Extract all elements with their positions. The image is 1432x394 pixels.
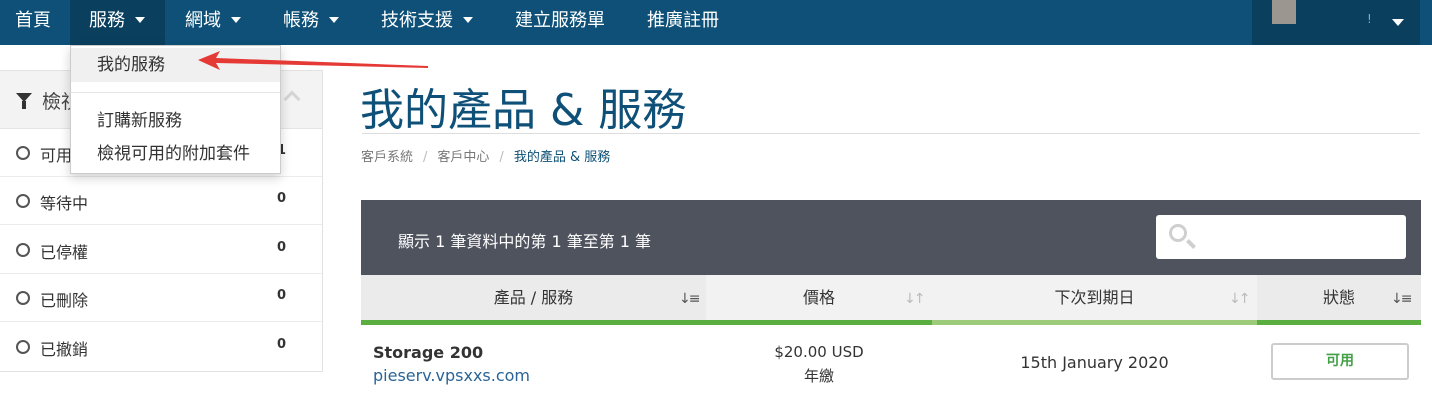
sort-icon: ↓↑	[904, 291, 925, 307]
nav-domains-label: 網域	[185, 10, 221, 31]
table-toolbar: 顯示 1 筆資料中的第 1 筆至第 1 筆	[361, 200, 1421, 275]
user-name-fragment: !	[1367, 12, 1372, 26]
filter-item-count: 0	[277, 191, 287, 206]
nav-affiliates[interactable]: 推廣註冊	[647, 0, 719, 45]
filter-item-label: 已撤銷	[40, 340, 89, 359]
breadcrumb-item[interactable]: 客戶系統	[361, 150, 413, 165]
filter-item-label: 已停權	[40, 243, 89, 262]
chevron-up-icon[interactable]	[283, 90, 301, 108]
radio-icon	[16, 243, 30, 257]
filter-item-count: 0	[277, 240, 287, 255]
nav-billing[interactable]: 帳務	[283, 0, 339, 45]
filter-item-label: 可用	[40, 146, 73, 165]
title-divider	[362, 133, 1420, 134]
column-header-label: 產品 / 服務	[493, 288, 574, 307]
page-title: 我的產品 & 服務	[360, 85, 687, 136]
column-header-due-date[interactable]: 下次到期日 ↓↑	[932, 275, 1257, 325]
breadcrumb-separator: /	[423, 150, 428, 165]
column-header-label: 下次到期日	[1054, 288, 1135, 307]
billing-cycle: 年繳	[803, 367, 834, 385]
nav-open-ticket-label: 建立服務單	[515, 10, 605, 31]
chevron-down-icon	[329, 16, 339, 23]
product-domain-link[interactable]: pieserv.vpsxxs.com	[373, 366, 530, 385]
filter-item-label: 等待中	[40, 194, 89, 213]
menu-item-order-new[interactable]: 訂購新服務	[71, 104, 280, 138]
nav-open-ticket[interactable]: 建立服務單	[515, 0, 605, 45]
menu-item-view-addons[interactable]: 檢視可用的附加套件	[71, 137, 280, 171]
nav-support-label: 技術支援	[381, 10, 453, 31]
filter-item-count: 0	[277, 337, 287, 352]
annotation-arrow	[198, 51, 428, 70]
column-header-price[interactable]: 價格 ↓↑	[706, 275, 932, 325]
sort-icon: ↓↑	[1229, 291, 1250, 307]
filter-item-label: 已刪除	[40, 291, 89, 310]
status-badge[interactable]: 可用	[1271, 343, 1409, 380]
chevron-down-icon	[1392, 19, 1404, 26]
breadcrumb: 客戶系統 / 客戶中心 / 我的產品 & 服務	[361, 146, 610, 165]
sort-desc-icon: ↓≡	[679, 291, 700, 307]
radio-icon	[16, 340, 30, 354]
table-info: 顯示 1 筆資料中的第 1 筆至第 1 筆	[398, 232, 652, 251]
top-navbar: 首頁 服務 網域 帳務 技術支援 建立服務單 推廣註冊 !	[0, 0, 1432, 45]
column-header-status[interactable]: 狀態 ↓≡	[1257, 275, 1421, 325]
filter-icon	[16, 93, 32, 109]
chevron-down-icon	[463, 16, 473, 23]
radio-icon	[16, 291, 30, 305]
column-header-product[interactable]: 產品 / 服務 ↓≡	[361, 275, 706, 325]
nav-billing-label: 帳務	[283, 10, 319, 31]
filter-item-pending[interactable]: 等待中 0	[0, 177, 322, 225]
breadcrumb-separator: /	[499, 150, 504, 165]
nav-services[interactable]: 服務	[70, 0, 165, 45]
menu-divider	[71, 92, 280, 93]
product-price: $20.00 USD	[774, 343, 864, 361]
column-header-label: 狀態	[1322, 288, 1355, 307]
sort-desc-icon: ↓≡	[1391, 291, 1412, 307]
filter-item-cancelled[interactable]: 已撤銷 0	[0, 323, 322, 371]
nav-home[interactable]: 首頁	[0, 0, 68, 45]
product-name: Storage 200	[373, 343, 484, 362]
chevron-down-icon	[135, 16, 145, 23]
breadcrumb-item[interactable]: 客戶中心	[437, 150, 489, 165]
next-due-date: 15th January 2020	[1020, 353, 1169, 372]
nav-domains[interactable]: 網域	[185, 0, 241, 45]
filter-item-count: 0	[277, 288, 287, 303]
nav-services-label: 服務	[89, 10, 125, 31]
nav-home-label: 首頁	[15, 10, 51, 31]
nav-affiliates-label: 推廣註冊	[647, 10, 719, 31]
radio-icon	[16, 146, 30, 160]
radio-icon	[16, 194, 30, 208]
breadcrumb-current: 我的產品 & 服務	[513, 150, 611, 165]
filter-item-suspended[interactable]: 已停權 0	[0, 226, 322, 274]
search-icon	[1169, 224, 1187, 242]
column-header-label: 價格	[802, 288, 835, 307]
avatar	[1272, 0, 1296, 24]
nav-support[interactable]: 技術支援	[381, 0, 473, 45]
filter-item-terminated[interactable]: 已刪除 0	[0, 274, 322, 322]
search-input[interactable]	[1156, 215, 1406, 259]
chevron-down-icon	[231, 16, 241, 23]
user-menu[interactable]: !	[1252, 0, 1420, 45]
